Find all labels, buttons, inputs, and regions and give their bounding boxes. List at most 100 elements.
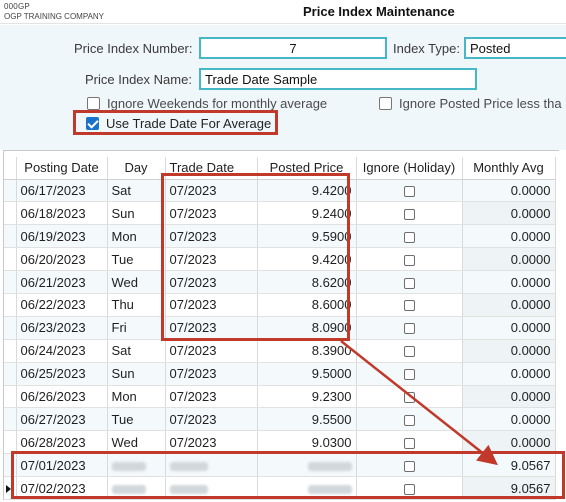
- posting-date-cell[interactable]: 06/20/2023: [16, 247, 108, 272]
- posting-date-cell[interactable]: 06/26/2023: [16, 385, 108, 409]
- table-row[interactable]: 06/24/2023 Sat 07/2023 8.3900 0.0000: [4, 339, 556, 363]
- posting-date-cell[interactable]: 06/23/2023: [16, 316, 108, 340]
- column-header-day[interactable]: Day: [107, 157, 166, 180]
- ignore-holiday-checkbox[interactable]: [403, 277, 415, 289]
- row-selector[interactable]: [4, 453, 17, 478]
- table-row[interactable]: 06/21/2023 Wed 07/2023 8.6200 0.0000: [4, 270, 556, 294]
- posting-date-cell[interactable]: 07/01/2023: [16, 453, 108, 478]
- row-selector[interactable]: [4, 201, 17, 226]
- row-selector[interactable]: [4, 339, 17, 363]
- table-row[interactable]: 06/17/2023 Sat 07/2023 9.4200 0.0000: [4, 179, 556, 203]
- column-header-monthly-avg[interactable]: Monthly Avg: [462, 157, 556, 180]
- ignore-holiday-cell[interactable]: [356, 453, 463, 478]
- row-selector[interactable]: [4, 224, 17, 249]
- posted-price-cell[interactable]: 9.5500: [257, 407, 357, 432]
- trade-date-cell[interactable]: 07/2023: [165, 270, 258, 294]
- posted-price-cell[interactable]: 9.0300: [257, 430, 357, 455]
- row-selector[interactable]: [4, 407, 17, 432]
- table-row[interactable]: 06/20/2023 Tue 07/2023 9.4200 0.0000: [4, 247, 556, 272]
- posted-price-cell[interactable]: 8.6000: [257, 293, 357, 317]
- trade-date-cell[interactable]: 07/2023: [165, 179, 258, 203]
- day-cell[interactable]: [107, 476, 166, 500]
- ignore-posted-checkbox[interactable]: [379, 97, 392, 110]
- ignore-holiday-checkbox[interactable]: [403, 300, 415, 312]
- day-cell[interactable]: Sat: [107, 339, 166, 363]
- table-row[interactable]: 07/02/2023 9.0567: [4, 476, 556, 500]
- ignore-holiday-cell[interactable]: [356, 362, 463, 386]
- ignore-holiday-checkbox[interactable]: [403, 186, 415, 197]
- trade-date-cell[interactable]: 07/2023: [165, 339, 258, 363]
- trade-date-cell[interactable]: [165, 476, 258, 500]
- day-cell[interactable]: Wed: [107, 270, 166, 294]
- posted-price-cell[interactable]: 8.3900: [257, 339, 357, 363]
- posted-price-cell[interactable]: 8.0900: [257, 316, 357, 340]
- day-cell[interactable]: Tue: [107, 407, 166, 432]
- ignore-holiday-checkbox[interactable]: [403, 208, 415, 220]
- row-selector[interactable]: [4, 385, 17, 409]
- ignore-holiday-cell[interactable]: [356, 179, 463, 203]
- posting-date-cell[interactable]: 06/18/2023: [16, 201, 108, 226]
- ignore-holiday-cell[interactable]: [356, 476, 463, 500]
- row-selector[interactable]: [4, 247, 17, 272]
- ignore-holiday-cell[interactable]: [356, 201, 463, 226]
- trade-date-cell[interactable]: 07/2023: [165, 362, 258, 386]
- trade-date-cell[interactable]: 07/2023: [165, 293, 258, 317]
- posting-date-cell[interactable]: 06/19/2023: [16, 224, 108, 249]
- row-selector[interactable]: [4, 430, 17, 455]
- posted-price-cell[interactable]: 9.5900: [257, 224, 357, 249]
- posting-date-cell[interactable]: 07/02/2023: [16, 476, 108, 500]
- posted-price-cell[interactable]: 9.2400: [257, 201, 357, 226]
- table-row[interactable]: 06/27/2023 Tue 07/2023 9.5500 0.0000: [4, 407, 556, 432]
- ignore-holiday-checkbox[interactable]: [403, 369, 415, 381]
- trade-date-cell[interactable]: 07/2023: [165, 430, 258, 455]
- ignore-holiday-cell[interactable]: [356, 270, 463, 294]
- table-row[interactable]: 07/01/2023 9.0567: [4, 453, 556, 478]
- posted-price-cell[interactable]: 8.6200: [257, 270, 357, 294]
- table-row[interactable]: 06/26/2023 Mon 07/2023 9.2300 0.0000: [4, 385, 556, 409]
- ignore-holiday-checkbox[interactable]: [403, 414, 415, 426]
- table-row[interactable]: 06/18/2023 Sun 07/2023 9.2400 0.0000: [4, 201, 556, 226]
- posted-price-cell[interactable]: 9.2300: [257, 385, 357, 409]
- ignore-holiday-cell[interactable]: [356, 293, 463, 317]
- ignore-posted-option[interactable]: Ignore Posted Price less tha: [379, 96, 562, 111]
- posting-date-cell[interactable]: 06/17/2023: [16, 179, 108, 203]
- row-selector[interactable]: [4, 179, 17, 203]
- trade-date-cell[interactable]: 07/2023: [165, 407, 258, 432]
- ignore-holiday-checkbox[interactable]: [403, 231, 415, 243]
- day-cell[interactable]: Sun: [107, 362, 166, 386]
- ignore-weekends-checkbox[interactable]: [87, 97, 100, 110]
- day-cell[interactable]: Thu: [107, 293, 166, 317]
- ignore-holiday-checkbox[interactable]: [403, 323, 415, 335]
- index-type-select[interactable]: Posted: [464, 37, 566, 59]
- column-header-ignore-holiday[interactable]: Ignore (Holiday): [356, 157, 463, 180]
- day-cell[interactable]: Sat: [107, 179, 166, 203]
- row-selector[interactable]: [4, 270, 17, 294]
- day-cell[interactable]: Wed: [107, 430, 166, 455]
- ignore-holiday-checkbox[interactable]: [403, 346, 415, 358]
- table-row[interactable]: 06/22/2023 Thu 07/2023 8.6000 0.0000: [4, 293, 556, 317]
- posted-price-cell[interactable]: [257, 453, 357, 478]
- ignore-holiday-cell[interactable]: [356, 407, 463, 432]
- ignore-holiday-cell[interactable]: [356, 385, 463, 409]
- posted-price-cell[interactable]: [257, 476, 357, 500]
- price-index-name-field[interactable]: Trade Date Sample: [199, 68, 477, 90]
- posted-price-cell[interactable]: 9.5000: [257, 362, 357, 386]
- posting-date-cell[interactable]: 06/22/2023: [16, 293, 108, 317]
- trade-date-cell[interactable]: 07/2023: [165, 247, 258, 272]
- ignore-holiday-checkbox[interactable]: [403, 254, 415, 266]
- day-cell[interactable]: Sun: [107, 201, 166, 226]
- table-row[interactable]: 06/19/2023 Mon 07/2023 9.5900 0.0000: [4, 224, 556, 249]
- trade-date-cell[interactable]: 07/2023: [165, 385, 258, 409]
- column-header-posting-date[interactable]: Posting Date: [16, 157, 108, 180]
- posting-date-cell[interactable]: 06/25/2023: [16, 362, 108, 386]
- ignore-holiday-cell[interactable]: [356, 224, 463, 249]
- row-selector[interactable]: [4, 316, 17, 340]
- ignore-holiday-checkbox[interactable]: [403, 437, 415, 449]
- posted-price-cell[interactable]: 9.4200: [257, 179, 357, 203]
- use-trade-date-checkbox[interactable]: [86, 117, 99, 130]
- ignore-holiday-checkbox[interactable]: [403, 483, 415, 495]
- day-cell[interactable]: Fri: [107, 316, 166, 340]
- row-selector[interactable]: [4, 362, 17, 386]
- ignore-holiday-cell[interactable]: [356, 339, 463, 363]
- price-index-number-field[interactable]: 7: [199, 37, 387, 59]
